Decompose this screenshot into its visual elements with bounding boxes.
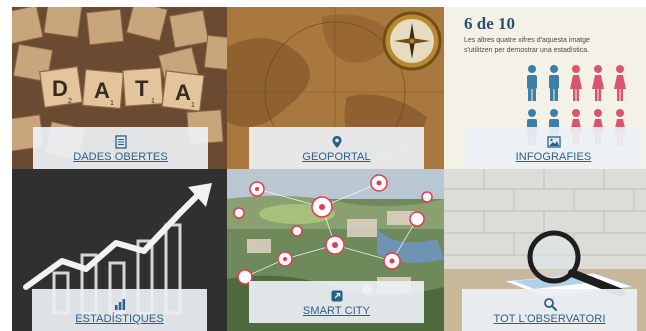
map-pin-icon [330,135,344,149]
tile-link-estadistiques[interactable]: ESTADÍSTIQUES [32,313,207,325]
tile-label-estadistiques[interactable]: ESTADÍSTIQUES [32,289,207,331]
block-letter-t: T [135,76,149,101]
tile-label-infografies[interactable]: INFOGRAFIES [466,127,641,169]
external-link-icon [330,289,344,303]
block-sub-d: 2 [68,98,72,105]
tile-link-infografies[interactable]: INFOGRAFIES [466,151,641,163]
infographic-caption-line-1: Les altres quatre xifres d'aquesta imatg… [464,37,590,44]
tile-estadistiques[interactable]: ESTADÍSTIQUES [12,169,227,331]
tile-dades-obertes[interactable]: D A T A 2 1 1 1 DADES OBERTES [12,7,227,169]
tile-label-geoportal[interactable]: GEOPORTAL [249,127,424,169]
block-sub-a2: 1 [191,102,195,109]
compass [382,11,442,71]
tile-geoportal[interactable]: GEOPORTAL [227,7,444,169]
block-letter-a2: A [175,80,191,105]
document-list-icon [114,135,128,149]
block-sub-a1: 1 [110,100,114,107]
image-icon [546,135,561,149]
tile-link-tot-observatori[interactable]: TOT L'OBSERVATORI [462,313,637,325]
tile-label-dades-obertes[interactable]: DADES OBERTES [33,127,208,169]
bar-chart-icon [113,297,127,311]
search-icon [543,297,557,311]
block-letter-a1: A [94,78,110,103]
block-letter-d: D [52,76,68,101]
tile-link-dades-obertes[interactable]: DADES OBERTES [33,151,208,163]
tile-link-geoportal[interactable]: GEOPORTAL [249,151,424,163]
tile-infografies[interactable]: 6 de 10 Les altres quatre xifres d'aques… [444,7,646,169]
infographic-caption-line-2: s'utilitzen per demostrar una estadístic… [464,47,590,54]
block-sub-t: 1 [151,98,155,105]
tile-label-tot-observatori[interactable]: TOT L'OBSERVATORI [462,289,637,331]
infographic-headline: 6 de 10 [464,14,515,33]
tile-label-smart-city[interactable]: SMART CITY [249,281,424,323]
tile-smart-city[interactable]: SMART CITY [227,169,444,331]
tile-tot-observatori[interactable]: TOT L'OBSERVATORI [444,169,646,331]
tile-link-smart-city[interactable]: SMART CITY [249,305,424,317]
